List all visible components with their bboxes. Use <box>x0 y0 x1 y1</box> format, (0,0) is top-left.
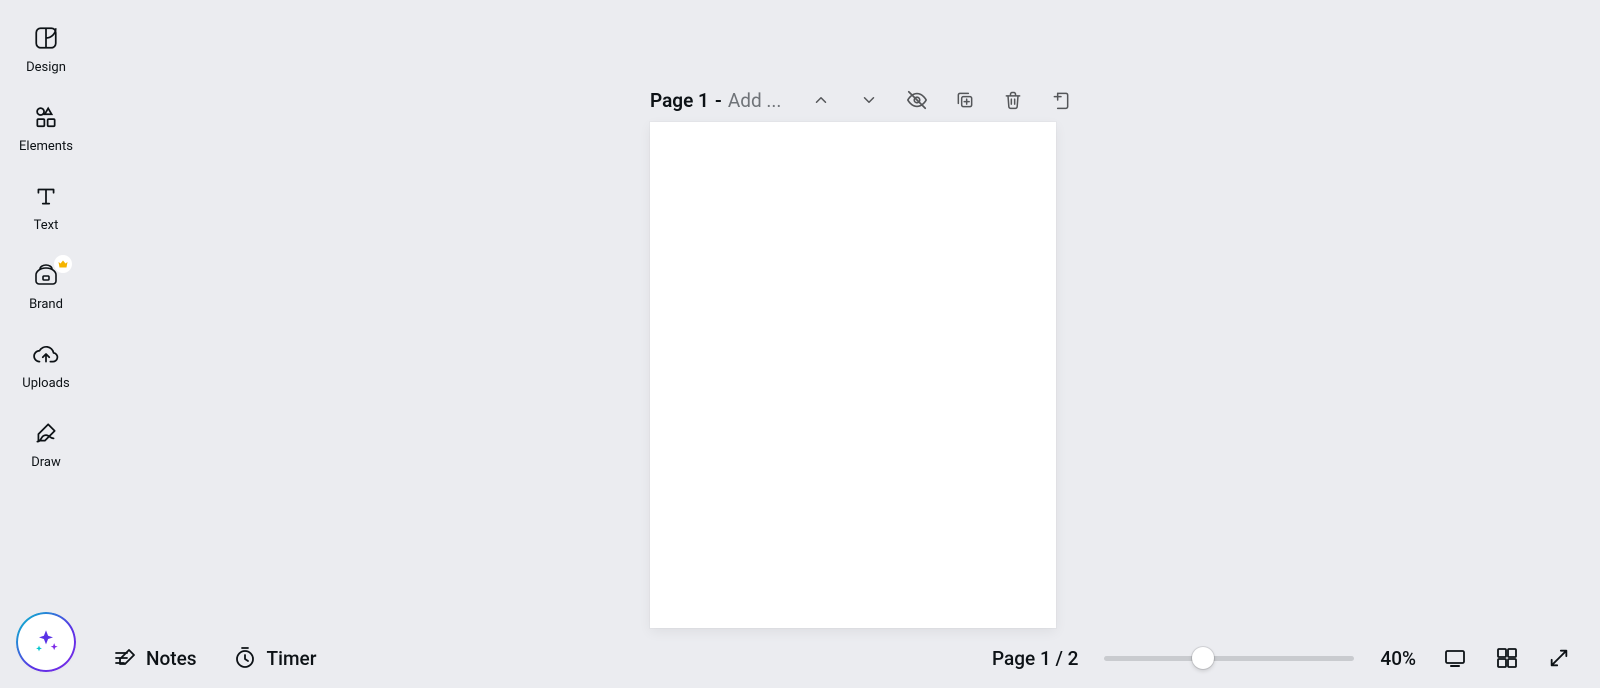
add-page-icon <box>1051 90 1071 110</box>
page-title: Page 1 <box>650 89 709 112</box>
bottom-bar: Notes Timer Page 1 / 2 40% <box>92 628 1600 688</box>
zoom-thumb[interactable] <box>1192 647 1214 669</box>
text-icon <box>32 182 60 210</box>
chevron-down-icon <box>860 91 878 109</box>
page-title-group[interactable]: Page 1 - Add ... <box>650 89 781 112</box>
duplicate-icon <box>955 90 975 110</box>
page-indicator[interactable]: Page 1 / 2 <box>992 647 1078 670</box>
page-list-view-button[interactable] <box>1442 645 1468 671</box>
timer-label: Timer <box>267 647 317 670</box>
zoom-track <box>1104 656 1354 661</box>
eye-off-icon <box>906 89 928 111</box>
timer-icon <box>233 646 257 670</box>
page-header: Page 1 - Add ... <box>650 82 1073 118</box>
page-title-separator: - <box>715 89 722 112</box>
sidebar-item-design[interactable]: Design <box>26 24 66 75</box>
timer-button[interactable]: Timer <box>233 646 317 670</box>
fullscreen-button[interactable] <box>1546 645 1572 671</box>
trash-icon <box>1003 90 1023 110</box>
sidebar-item-label: Text <box>34 218 59 233</box>
grid-view-button[interactable] <box>1494 645 1520 671</box>
sidebar-item-uploads[interactable]: Uploads <box>22 340 69 391</box>
zoom-percent[interactable]: 40% <box>1380 647 1416 670</box>
sidebar-item-brand[interactable]: Brand <box>29 261 63 312</box>
move-page-down-button[interactable] <box>857 88 881 112</box>
sidebar-item-text[interactable]: Text <box>32 182 60 233</box>
chevron-up-icon <box>812 91 830 109</box>
sidebar-item-label: Uploads <box>22 376 69 391</box>
page-list-icon <box>1443 646 1467 670</box>
sidebar: Design Elements Text <box>0 0 92 688</box>
notes-button[interactable]: Notes <box>112 646 197 670</box>
brand-icon <box>32 261 60 289</box>
move-page-up-button[interactable] <box>809 88 833 112</box>
sparkle-icon <box>32 628 60 656</box>
design-icon <box>32 24 60 52</box>
grid-icon <box>1495 646 1519 670</box>
page-actions <box>809 88 1073 112</box>
sidebar-item-label: Brand <box>29 297 63 312</box>
ai-assist-button[interactable] <box>18 614 74 670</box>
sidebar-item-label: Elements <box>19 139 73 154</box>
page-canvas[interactable] <box>650 122 1056 628</box>
sidebar-item-elements[interactable]: Elements <box>19 103 73 154</box>
elements-icon <box>32 103 60 131</box>
sidebar-item-label: Design <box>26 60 66 75</box>
hide-page-button[interactable] <box>905 88 929 112</box>
duplicate-page-button[interactable] <box>953 88 977 112</box>
uploads-icon <box>32 340 60 368</box>
add-page-button[interactable] <box>1049 88 1073 112</box>
sidebar-item-draw[interactable]: Draw <box>31 419 61 470</box>
delete-page-button[interactable] <box>1001 88 1025 112</box>
draw-icon <box>32 419 60 447</box>
notes-icon <box>112 646 136 670</box>
notes-label: Notes <box>146 647 197 670</box>
sidebar-item-label: Draw <box>31 455 61 470</box>
page-title-add-placeholder[interactable]: Add ... <box>728 89 782 112</box>
canvas-area: Page 1 - Add ... <box>92 0 1600 628</box>
fullscreen-icon <box>1548 647 1570 669</box>
crown-badge-icon <box>54 255 72 273</box>
zoom-slider[interactable] <box>1104 648 1354 668</box>
